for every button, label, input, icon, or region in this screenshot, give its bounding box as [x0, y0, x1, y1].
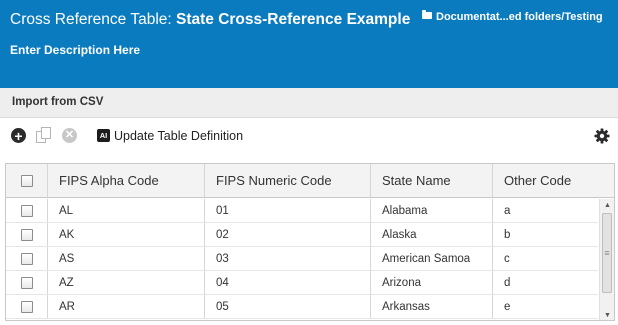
table-row[interactable]: AR 05 Arkansas e	[6, 295, 598, 319]
cross-reference-grid: FIPS Alpha Code FIPS Numeric Code State …	[5, 163, 615, 321]
select-all-checkbox[interactable]	[20, 174, 33, 187]
page-header: Cross Reference Table: State Cross-Refer…	[0, 0, 618, 88]
cell-other-code[interactable]: c	[493, 247, 598, 270]
row-checkbox[interactable]	[20, 252, 33, 265]
cell-fips-numeric-code[interactable]: 03	[205, 247, 371, 270]
cell-state-name[interactable]: Arkansas	[371, 295, 493, 318]
cell-fips-alpha-code[interactable]: AK	[48, 223, 205, 246]
cell-fips-alpha-code[interactable]: AZ	[48, 271, 205, 294]
cell-state-name[interactable]: Alaska	[371, 223, 493, 246]
row-checkbox[interactable]	[20, 300, 33, 313]
table-body: AL 01 Alabama a AK 02 Alaska b AS 03 Ame…	[6, 199, 598, 320]
cell-other-code[interactable]: d	[493, 271, 598, 294]
cell-fips-alpha-code[interactable]: AS	[48, 247, 205, 270]
table-row[interactable]: AK 02 Alaska b	[6, 223, 598, 247]
header-select-cell	[6, 164, 48, 197]
row-select-cell	[6, 247, 48, 270]
cell-other-code[interactable]: a	[493, 199, 598, 222]
add-row-button[interactable]: +	[11, 128, 26, 143]
scroll-down-button[interactable]: ▼	[600, 309, 614, 320]
update-table-definition-label: Update Table Definition	[114, 128, 244, 143]
cell-other-code[interactable]: e	[493, 295, 598, 318]
table-row[interactable]: AZ 04 Arizona d	[6, 271, 598, 295]
grip-icon: ≡	[604, 247, 610, 258]
cell-other-code[interactable]: b	[493, 223, 598, 246]
column-header-other-code[interactable]: Other Code	[493, 164, 598, 197]
title-prefix: Cross Reference Table:	[10, 11, 176, 28]
scroll-up-button[interactable]: ▲	[600, 199, 614, 211]
triangle-down-icon: ▼	[604, 311, 611, 319]
cell-fips-numeric-code[interactable]: 04	[205, 271, 371, 294]
copy-icon-sheet	[41, 127, 51, 139]
import-csv-label[interactable]: Import from CSV	[12, 96, 103, 108]
cell-state-name[interactable]: American Samoa	[371, 247, 493, 270]
row-checkbox[interactable]	[20, 204, 33, 217]
plus-icon: +	[14, 127, 23, 144]
gear-icon	[594, 128, 610, 144]
page-title: Cross Reference Table: State Cross-Refer…	[10, 11, 410, 29]
table-row[interactable]: AS 03 American Samoa c	[6, 247, 598, 271]
cell-fips-alpha-code[interactable]: AR	[48, 295, 205, 318]
column-header-fips-numeric-code[interactable]: FIPS Numeric Code	[205, 164, 371, 197]
table-row[interactable]: AL 01 Alabama a	[6, 199, 598, 223]
remove-row-button[interactable]: ✕	[62, 128, 77, 143]
import-panel[interactable]: Import from CSV	[0, 88, 618, 118]
column-header-state-name[interactable]: State Name	[371, 164, 493, 197]
cell-fips-alpha-code[interactable]: AL	[48, 199, 205, 222]
vertical-scrollbar[interactable]: ▲ ≡ ▼	[599, 199, 614, 320]
triangle-up-icon: ▲	[604, 201, 611, 209]
ai-icon: AI	[97, 129, 110, 142]
column-header-fips-alpha-code[interactable]: FIPS Alpha Code	[48, 164, 205, 197]
table-name[interactable]: State Cross-Reference Example	[176, 11, 410, 28]
row-select-cell	[6, 199, 48, 222]
cell-fips-numeric-code[interactable]: 01	[205, 199, 371, 222]
cell-state-name[interactable]: Arizona	[371, 271, 493, 294]
table-header: FIPS Alpha Code FIPS Numeric Code State …	[6, 164, 614, 198]
row-checkbox[interactable]	[20, 228, 33, 241]
description-field[interactable]: Enter Description Here	[10, 43, 140, 57]
row-select-cell	[6, 295, 48, 318]
row-select-cell	[6, 223, 48, 246]
folder-icon	[422, 10, 432, 19]
update-table-definition-button[interactable]: AI Update Table Definition	[97, 127, 243, 144]
scroll-thumb[interactable]: ≡	[602, 213, 612, 293]
cell-fips-numeric-code[interactable]: 02	[205, 223, 371, 246]
breadcrumb-path[interactable]: Documentat...ed folders/Testing	[436, 11, 603, 23]
row-select-cell	[6, 271, 48, 294]
toolbar: + ✕ AI Update Table Definition	[0, 118, 618, 156]
breadcrumb[interactable]: Documentat...ed folders/Testing	[422, 10, 603, 23]
cell-fips-numeric-code[interactable]: 05	[205, 295, 371, 318]
row-checkbox[interactable]	[20, 276, 33, 289]
cell-state-name[interactable]: Alabama	[371, 199, 493, 222]
copy-row-button[interactable]	[36, 127, 52, 144]
settings-button[interactable]	[594, 128, 610, 144]
close-icon: ✕	[64, 129, 75, 141]
